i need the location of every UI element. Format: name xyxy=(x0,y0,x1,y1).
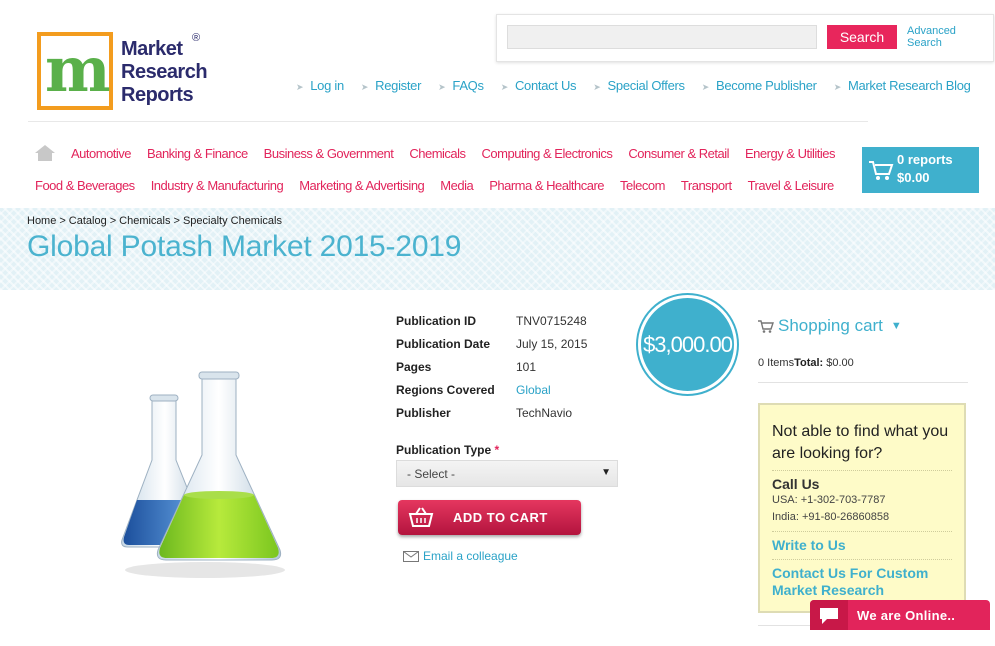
phone-usa: USA: +1-302-703-7787 xyxy=(772,494,886,506)
register-link[interactable]: ➤ Register xyxy=(360,78,422,96)
search-panel: Search Advanced Search xyxy=(496,14,994,62)
publication-date-value: July 15, 2015 xyxy=(516,337,588,351)
dotted-divider xyxy=(772,559,952,560)
top-nav: ➤ Log in ➤ Register ➤ FAQs ➤ Contact Us ➤ Spe… xyxy=(296,78,988,96)
detail-row: Publisher TechNavio xyxy=(396,406,587,429)
detail-label: Regions Covered xyxy=(396,383,495,397)
detail-label: Publication ID xyxy=(396,314,477,328)
breadcrumb-specialty-chemicals[interactable]: Specialty Chemicals xyxy=(183,215,282,227)
site-logo[interactable]: m Market Research Reports ® xyxy=(37,32,212,112)
detail-label: Pages xyxy=(396,360,432,374)
registered-mark: ® xyxy=(192,32,201,44)
logo-mark: m xyxy=(37,32,113,110)
publication-type-select[interactable]: - Select - ▼ xyxy=(396,460,618,487)
dotted-divider xyxy=(772,531,952,532)
category-industry-manufacturing[interactable]: Industry & Manufacturing xyxy=(151,178,284,193)
breadcrumb-home[interactable]: Home xyxy=(27,215,56,227)
logo-letter: m xyxy=(45,33,111,106)
cart-report-count: 0 reports xyxy=(897,152,953,167)
category-telecom[interactable]: Telecom xyxy=(620,178,665,193)
contact-us-link[interactable]: ➤ Contact Us xyxy=(501,78,577,96)
arrow-icon: ➤ xyxy=(360,82,369,92)
breadcrumb: Home > Catalog > Chemicals > Specialty Chemica… xyxy=(27,215,282,227)
phone-india: India: +91-80-26860858 xyxy=(772,511,890,523)
dropdown-arrow-icon: ▼ xyxy=(601,467,611,478)
faqs-link[interactable]: ➤ FAQs xyxy=(438,78,484,96)
become-publisher-link[interactable]: ➤ Become Publisher xyxy=(702,78,817,96)
arrow-icon: ➤ xyxy=(701,82,710,92)
arrow-icon: ➤ xyxy=(833,82,842,92)
envelope-icon xyxy=(403,551,419,563)
category-pharma-healthcare[interactable]: Pharma & Healthcare xyxy=(489,178,604,193)
help-question: Not able to find what you are looking fo… xyxy=(772,423,949,462)
write-to-us-link[interactable]: Write to Us xyxy=(772,537,952,554)
category-business-government[interactable]: Business & Government xyxy=(264,146,394,161)
login-link[interactable]: ➤ Log in xyxy=(296,78,344,96)
special-offers-link[interactable]: ➤ Special Offers xyxy=(593,78,685,96)
publisher-value: TechNavio xyxy=(516,406,573,420)
basket-icon xyxy=(408,507,434,527)
category-computing-electronics[interactable]: Computing & Electronics xyxy=(482,146,613,161)
chevron-down-icon: ▼ xyxy=(890,320,902,332)
category-marketing-advertising[interactable]: Marketing & Advertising xyxy=(299,178,425,193)
cart-icon xyxy=(869,161,894,180)
detail-label: Publication Date xyxy=(396,337,491,351)
publication-type-label: Publication Type * xyxy=(396,443,500,457)
detail-row: Pages 101 xyxy=(396,360,587,383)
detail-label: Publisher xyxy=(396,406,451,420)
cart-icon xyxy=(758,320,774,333)
cart-amount: $0.00 xyxy=(897,170,930,185)
advanced-search-link[interactable]: Advanced Search xyxy=(907,25,956,49)
category-nav-row-2: Food & Beverages Industry & Manufacturin… xyxy=(35,178,850,193)
category-chemicals[interactable]: Chemicals xyxy=(409,146,466,161)
chemistry-flasks-image xyxy=(121,371,285,578)
detail-row: Publication ID TNV0715248 xyxy=(396,314,587,337)
live-chat-button[interactable]: We are Online.. xyxy=(810,600,990,630)
detail-row: Regions Covered Global xyxy=(396,383,587,406)
add-to-cart-button[interactable]: ADD TO CART xyxy=(398,500,581,535)
category-energy-utilities[interactable]: Energy & Utilities xyxy=(745,146,835,161)
arrow-icon: ➤ xyxy=(296,82,304,92)
home-icon[interactable] xyxy=(35,145,55,161)
category-nav-row-1: Automotive Banking & Finance Business & … xyxy=(71,146,851,161)
category-media[interactable]: Media xyxy=(440,178,473,193)
pages-value: 101 xyxy=(516,360,537,374)
category-travel-leisure[interactable]: Travel & Leisure xyxy=(748,178,835,193)
product-details: Publication ID TNV0715248 Publication Da… xyxy=(396,314,587,429)
blog-link[interactable]: ➤ Market Research Blog xyxy=(834,78,971,96)
detail-row: Publication Date July 15, 2015 xyxy=(396,337,587,360)
page-banner: Home > Catalog > Chemicals > Specialty Chemica… xyxy=(0,208,995,290)
logo-wordmark: Market Research Reports xyxy=(121,38,208,106)
chat-bubble-icon xyxy=(820,608,838,624)
search-button[interactable]: Search xyxy=(827,25,897,49)
arrow-icon: ➤ xyxy=(438,82,446,92)
category-banking-finance[interactable]: Banking & Finance xyxy=(147,146,248,161)
publication-id-value: TNV0715248 xyxy=(516,314,587,328)
category-consumer-retail[interactable]: Consumer & Retail xyxy=(628,146,729,161)
email-colleague-link[interactable]: Email a colleague xyxy=(403,549,518,563)
shopping-cart-toggle[interactable]: Shopping cart ▼ xyxy=(758,316,902,336)
arrow-icon: ➤ xyxy=(500,82,509,92)
arrow-icon: ➤ xyxy=(593,82,601,92)
sidebar-divider xyxy=(758,382,968,383)
header-cart-button[interactable]: 0 reports $0.00 xyxy=(862,147,979,193)
breadcrumb-catalog[interactable]: Catalog xyxy=(69,215,107,227)
search-input[interactable] xyxy=(507,25,817,49)
call-us-heading: Call Us xyxy=(772,476,820,492)
price-badge: $3,000.00 xyxy=(638,295,737,394)
dotted-divider xyxy=(772,470,952,471)
page-title: Global Potash Market 2015-2019 xyxy=(27,230,462,263)
category-transport[interactable]: Transport xyxy=(681,178,732,193)
custom-research-link[interactable]: Contact Us For Custom Market Research xyxy=(772,565,952,599)
region-link[interactable]: Global xyxy=(516,383,551,406)
help-box: Not able to find what you are looking fo… xyxy=(758,403,966,613)
cart-summary: 0 ItemsTotal: $0.00 xyxy=(758,357,854,369)
header-divider xyxy=(28,121,868,122)
category-automotive[interactable]: Automotive xyxy=(71,146,132,161)
breadcrumb-chemicals[interactable]: Chemicals xyxy=(119,215,170,227)
category-food-beverages[interactable]: Food & Beverages xyxy=(35,178,135,193)
